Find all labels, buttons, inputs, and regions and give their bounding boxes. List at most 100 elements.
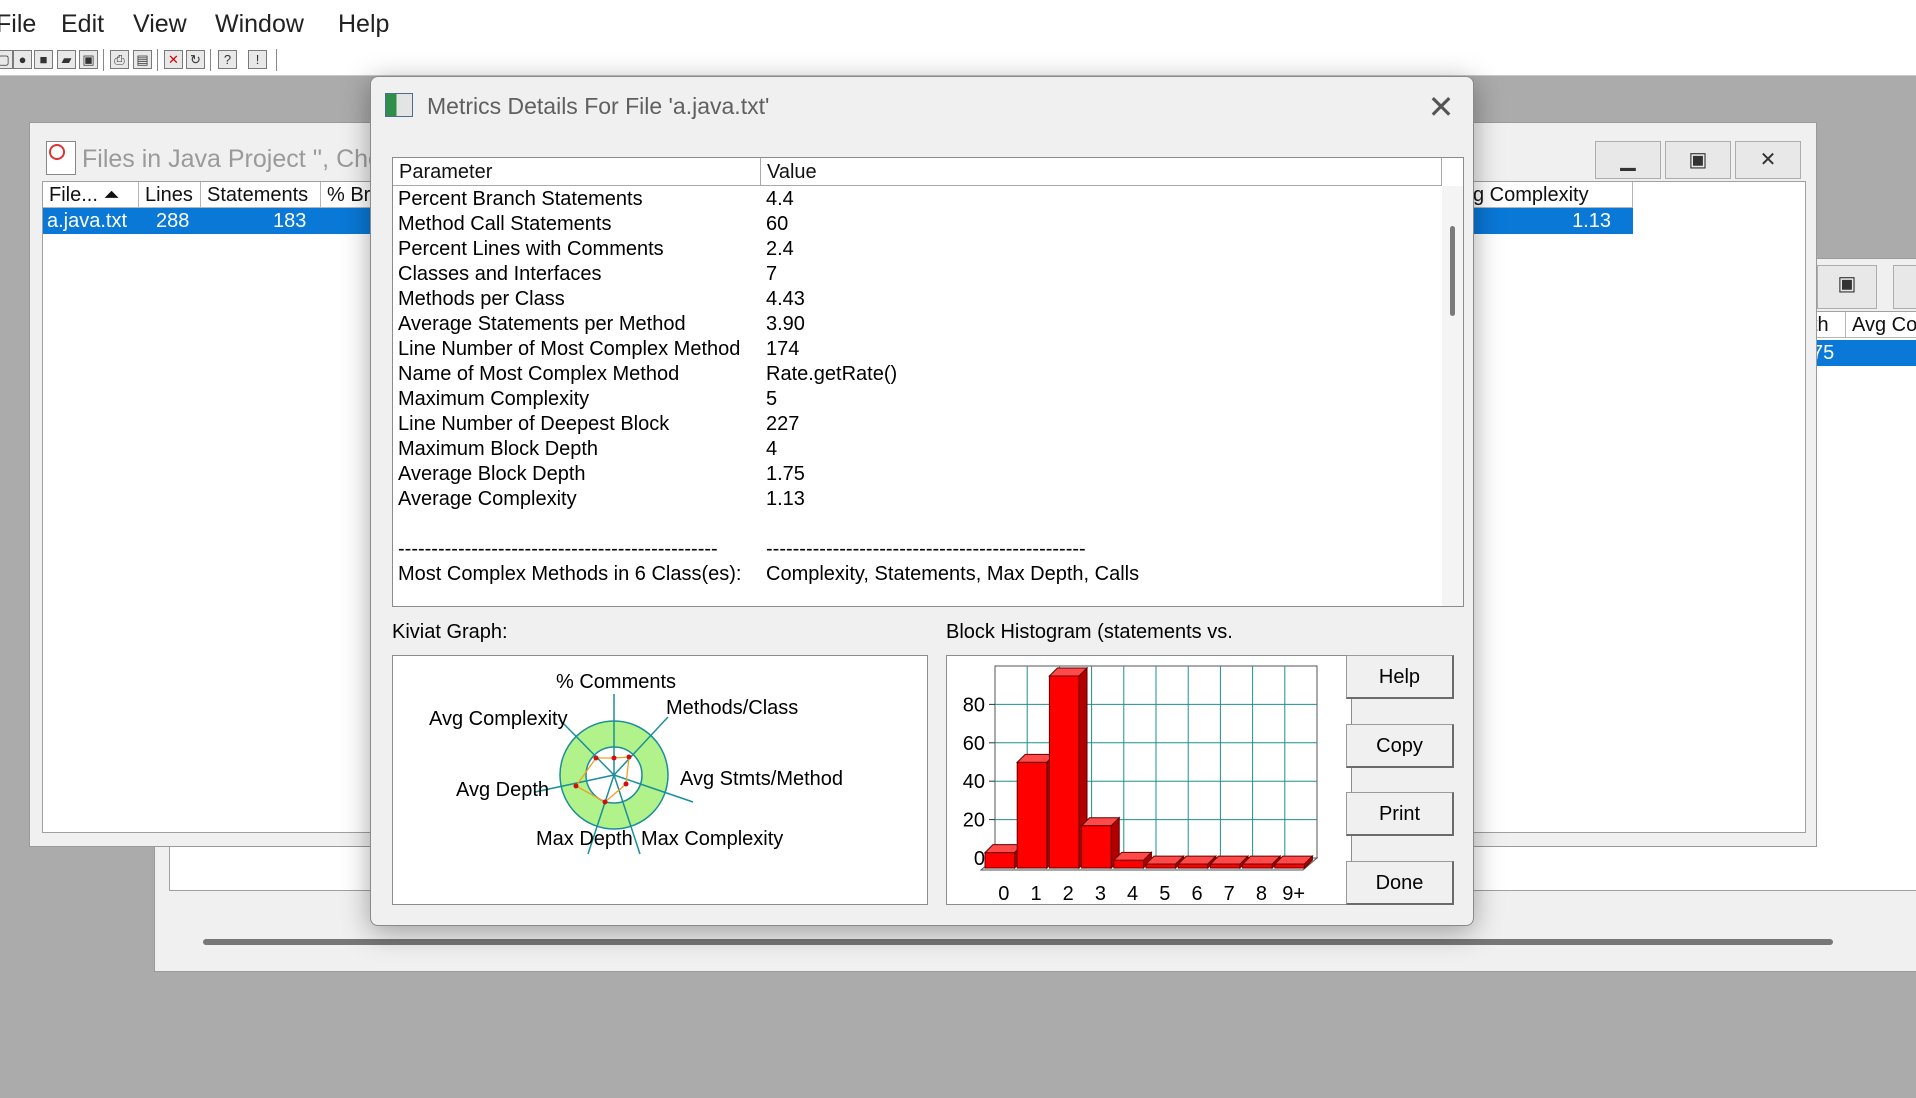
delete-icon[interactable]: ✕ [164, 50, 183, 69]
value-cell: 4.43 [766, 288, 805, 310]
parameter-cell: Classes and Interfaces [398, 263, 602, 285]
print-button[interactable]: Print [1346, 792, 1454, 836]
scrollbar-thumb[interactable] [1450, 226, 1455, 316]
minimize-button[interactable]: ▁ [1595, 141, 1661, 179]
table-row-selected-end[interactable]: 1.13 [1473, 208, 1633, 234]
print-preview-icon[interactable]: ▤ [133, 50, 152, 69]
list-item[interactable]: ----------------------------------------… [393, 537, 1442, 562]
parameter-cell: Average Complexity [398, 488, 577, 510]
value-cell: 5 [766, 388, 778, 410]
list-item[interactable]: Line Number of Deepest Block 227 [393, 412, 1442, 437]
table-row-selected[interactable]: a.java.txt 288 183 [43, 208, 383, 234]
dialog-title: Metrics Details For File 'a.java.txt' [427, 93, 770, 119]
list-item[interactable]: Average Statements per Method 3.90 [393, 312, 1442, 337]
info-icon[interactable]: ! [248, 50, 267, 69]
refresh-icon[interactable]: ↻ [186, 50, 205, 69]
list-item[interactable]: Line Number of Most Complex Method 174 [393, 337, 1442, 362]
block-histogram-label: Block Histogram (statements vs. [946, 621, 1233, 643]
toolbar: ▢ ● ■ ▰ ▣ ⎙ ▤ ✕ ↻ ? ! [0, 46, 1916, 76]
column-header-file[interactable]: File... ⏶ [43, 182, 139, 208]
list-item[interactable]: Percent Lines with Comments 2.4 [393, 237, 1442, 262]
menu-file[interactable]: File [0, 10, 36, 39]
value-cell: 227 [766, 413, 800, 435]
list-item[interactable]: Average Complexity 1.13 [393, 487, 1442, 512]
x-tick-label: 3 [1095, 883, 1106, 904]
list-item[interactable]: Maximum Block Depth 4 [393, 437, 1442, 462]
close-button[interactable]: ✕ [1735, 141, 1801, 179]
menu-view[interactable]: View [133, 10, 187, 39]
list-item[interactable] [393, 512, 1442, 537]
disk-icon[interactable]: ▣ [79, 50, 98, 69]
list-item[interactable]: Methods per Class 4.43 [393, 287, 1442, 312]
block-histogram: 0 20 40 60 80 0 1 2 3 4 5 6 7 8 9+ [946, 655, 1352, 905]
value-cell: 3.90 [766, 313, 805, 335]
bar [1016, 761, 1048, 869]
x-tick-label: 5 [1159, 883, 1170, 904]
x-tick-label: 2 [1063, 883, 1074, 904]
x-tick-label: 9+ [1282, 883, 1305, 904]
metrics-details-dialog: Metrics Details For File 'a.java.txt' ✕ … [370, 76, 1474, 926]
bar [1274, 863, 1305, 869]
close-button[interactable]: ✕ [1893, 265, 1916, 309]
list-item[interactable]: Most Complex Methods in 6 Class(es): Comp… [393, 562, 1442, 587]
value-cell: 1.13 [766, 488, 805, 510]
save-icon[interactable]: ■ [34, 50, 53, 69]
cell-statements: 183 [273, 210, 307, 232]
value-cell: Rate.getRate() [766, 363, 898, 385]
new-icon[interactable]: ▢ [0, 50, 13, 69]
print-icon[interactable]: ⎙ [110, 50, 129, 69]
help-button[interactable]: Help [1346, 655, 1454, 699]
x-tick-label: 7 [1224, 883, 1235, 904]
horizontal-scrollbar[interactable] [203, 939, 1833, 945]
selected-row-value[interactable]: 75 [1810, 340, 1916, 366]
axis-label-avg-depth: Avg Depth [456, 779, 549, 801]
whats-this-icon[interactable]: ? [218, 50, 237, 69]
list-item[interactable]: Average Block Depth 1.75 [393, 462, 1442, 487]
column-header-statements[interactable]: Statements [201, 182, 321, 208]
kiviat-svg: % Comments Methods/Class Avg Stmts/Metho… [429, 671, 843, 855]
value-cell: 60 [766, 213, 789, 235]
bar [1113, 859, 1144, 869]
menu-window[interactable]: Window [215, 10, 304, 39]
column-header-value[interactable]: Value [761, 158, 1442, 186]
document-icon [46, 141, 76, 175]
axis-label-max-depth: Max Depth [536, 828, 633, 850]
column-header-avg-complexity[interactable]: Avg Co [1846, 312, 1916, 338]
parameter-cell: Method Call Statements [398, 213, 612, 235]
parameter-cell: Percent Branch Statements [398, 188, 643, 210]
list-item[interactable]: Name of Most Complex Method Rate.getRate(… [393, 362, 1442, 387]
value-cell: Complexity, Statements, Max Depth, Calls [766, 563, 1140, 585]
x-tick-label: 0 [998, 883, 1009, 904]
restore-button[interactable]: ▣ [1817, 265, 1877, 309]
list-item[interactable]: Maximum Complexity 5 [393, 387, 1442, 412]
value-cell: 174 [766, 338, 800, 360]
list-item[interactable]: Percent Branch Statements 4.4 [393, 187, 1442, 212]
open-folder-icon[interactable]: ▰ [57, 50, 76, 69]
column-header-lines[interactable]: Lines [139, 182, 201, 208]
copy-button[interactable]: Copy [1346, 724, 1454, 768]
list-item[interactable]: Method Call Statements 60 [393, 212, 1442, 237]
column-header-avg-complexity[interactable]: g Complexity [1473, 182, 1633, 208]
menu-edit[interactable]: Edit [61, 10, 104, 39]
x-tick-label: 1 [1030, 883, 1041, 904]
column-header-parameter[interactable]: Parameter [393, 158, 761, 186]
metrics-table: Parameter Value Percent Branch Statement… [392, 157, 1464, 607]
value-cell: ----------------------------------------… [766, 538, 1086, 560]
axis-label-max-complexity: Max Complexity [641, 828, 783, 850]
window-title: Files in Java Project '', Che [82, 145, 382, 173]
app-icon [385, 93, 413, 117]
open-icon[interactable]: ● [13, 50, 32, 69]
list-item[interactable]: Classes and Interfaces 7 [393, 262, 1442, 287]
vertical-scrollbar[interactable] [1442, 186, 1463, 606]
menu-help[interactable]: Help [338, 10, 389, 39]
done-button[interactable]: Done [1346, 861, 1454, 905]
bar [1081, 825, 1112, 869]
close-icon[interactable]: ✕ [1421, 87, 1461, 127]
y-tick-label: 0 [974, 848, 985, 870]
parameter-cell: Average Statements per Method [398, 313, 686, 335]
parameter-cell: ----------------------------------------… [398, 538, 718, 560]
y-tick-label: 20 [963, 810, 985, 832]
maximize-button[interactable]: ▣ [1665, 141, 1731, 179]
menu-bar: File Edit View Window Help [0, 0, 1916, 47]
parameter-cell: Name of Most Complex Method [398, 363, 680, 385]
